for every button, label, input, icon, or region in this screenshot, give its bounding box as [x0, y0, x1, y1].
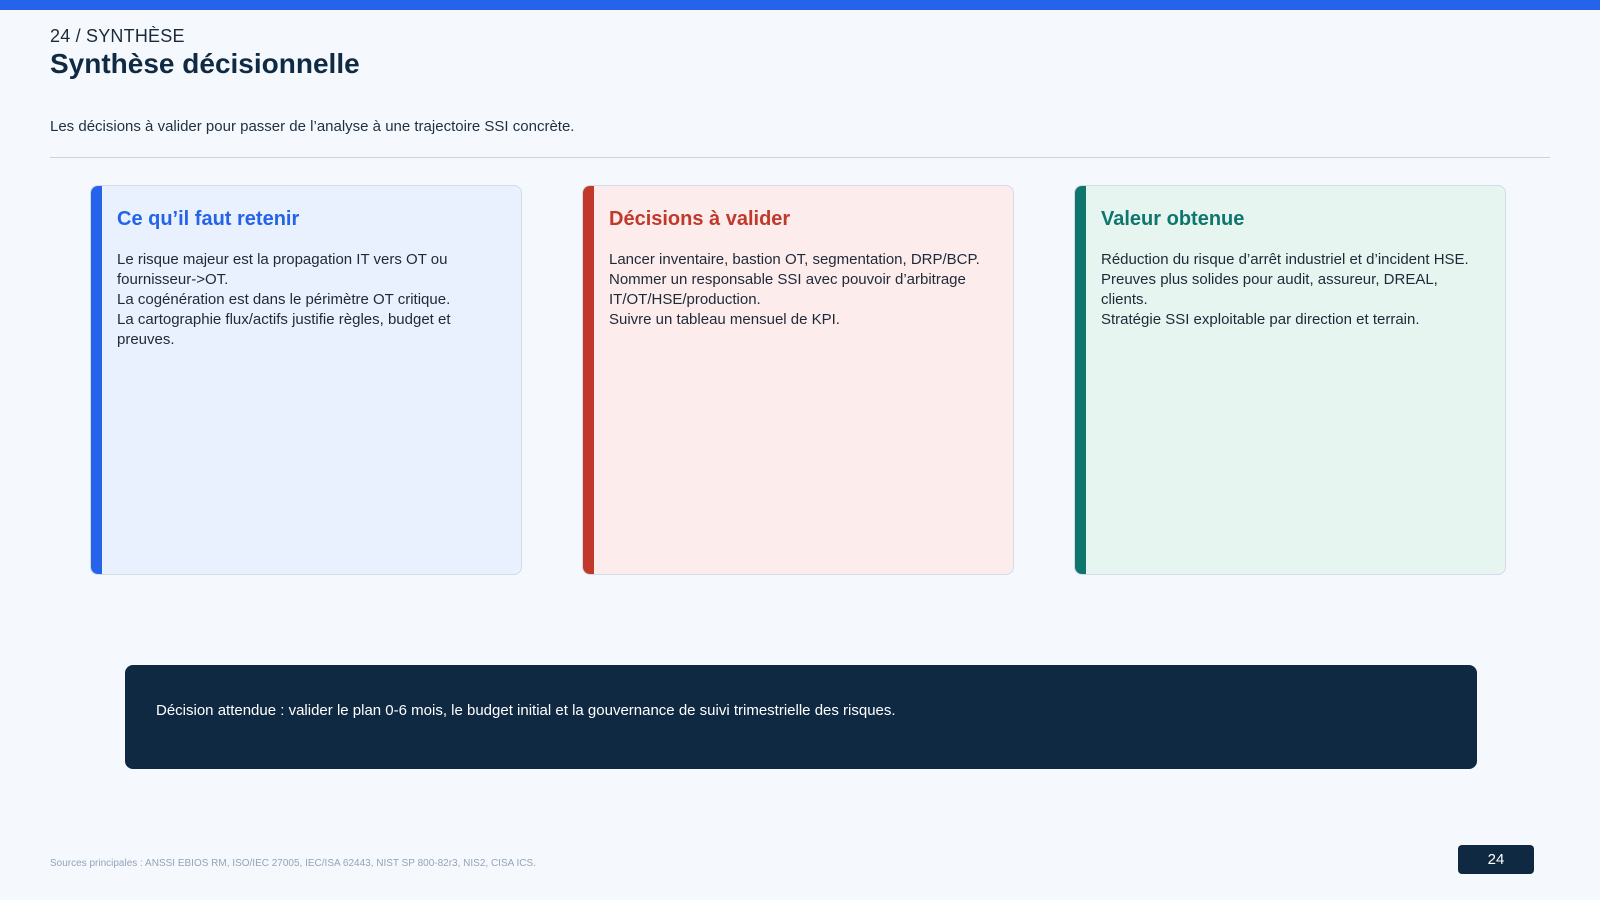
card-body: Réduction du risque d’arrêt industriel e… [1101, 250, 1485, 330]
card-title: Valeur obtenue [1101, 208, 1245, 230]
slide-kicker: 24 / SYNTHÈSE [50, 26, 185, 46]
card-accent-bar [1075, 186, 1086, 574]
card-line: Réduction du risque d’arrêt industriel e… [1101, 251, 1469, 268]
card-title: Ce qu’il faut retenir [117, 208, 300, 230]
decision-banner-text: Décision attendue : valider le plan 0-6 … [156, 702, 896, 719]
card-title: Décisions à valider [609, 208, 791, 230]
card-body: Le risque majeur est la propagation IT v… [117, 250, 501, 350]
card-line: La cartographie flux/actifs justifie règ… [117, 311, 451, 348]
card-accent-bar [91, 186, 102, 574]
card-body: Lancer inventaire, bastion OT, segmentat… [609, 250, 993, 330]
sources-footnote: Sources principales : ANSSI EBIOS RM, IS… [50, 858, 536, 869]
slide-title: Synthèse décisionnelle [50, 48, 360, 79]
card-line: Preuves plus solides pour audit, assureu… [1101, 271, 1438, 308]
page-number-badge: 24 [1458, 845, 1534, 874]
header-divider [50, 157, 1550, 158]
decision-banner: Décision attendue : valider le plan 0-6 … [125, 665, 1477, 769]
card-line: Suivre un tableau mensuel de KPI. [609, 311, 840, 328]
card-line: La cogénération est dans le périmètre OT… [117, 291, 451, 308]
card-line: Nommer un responsable SSI avec pouvoir d… [609, 271, 966, 308]
card-key-takeaways: Ce qu’il faut retenir Le risque majeur e… [90, 185, 522, 575]
card-decisions: Décisions à valider Lancer inventaire, b… [582, 185, 1014, 575]
card-value: Valeur obtenue Réduction du risque d’arr… [1074, 185, 1506, 575]
card-line: Le risque majeur est la propagation IT v… [117, 251, 448, 288]
card-accent-bar [583, 186, 594, 574]
slide-subtitle: Les décisions à valider pour passer de l… [50, 118, 575, 135]
card-line: Stratégie SSI exploitable par direction … [1101, 311, 1420, 328]
card-line: Lancer inventaire, bastion OT, segmentat… [609, 251, 980, 268]
top-accent-bar [0, 0, 1600, 10]
